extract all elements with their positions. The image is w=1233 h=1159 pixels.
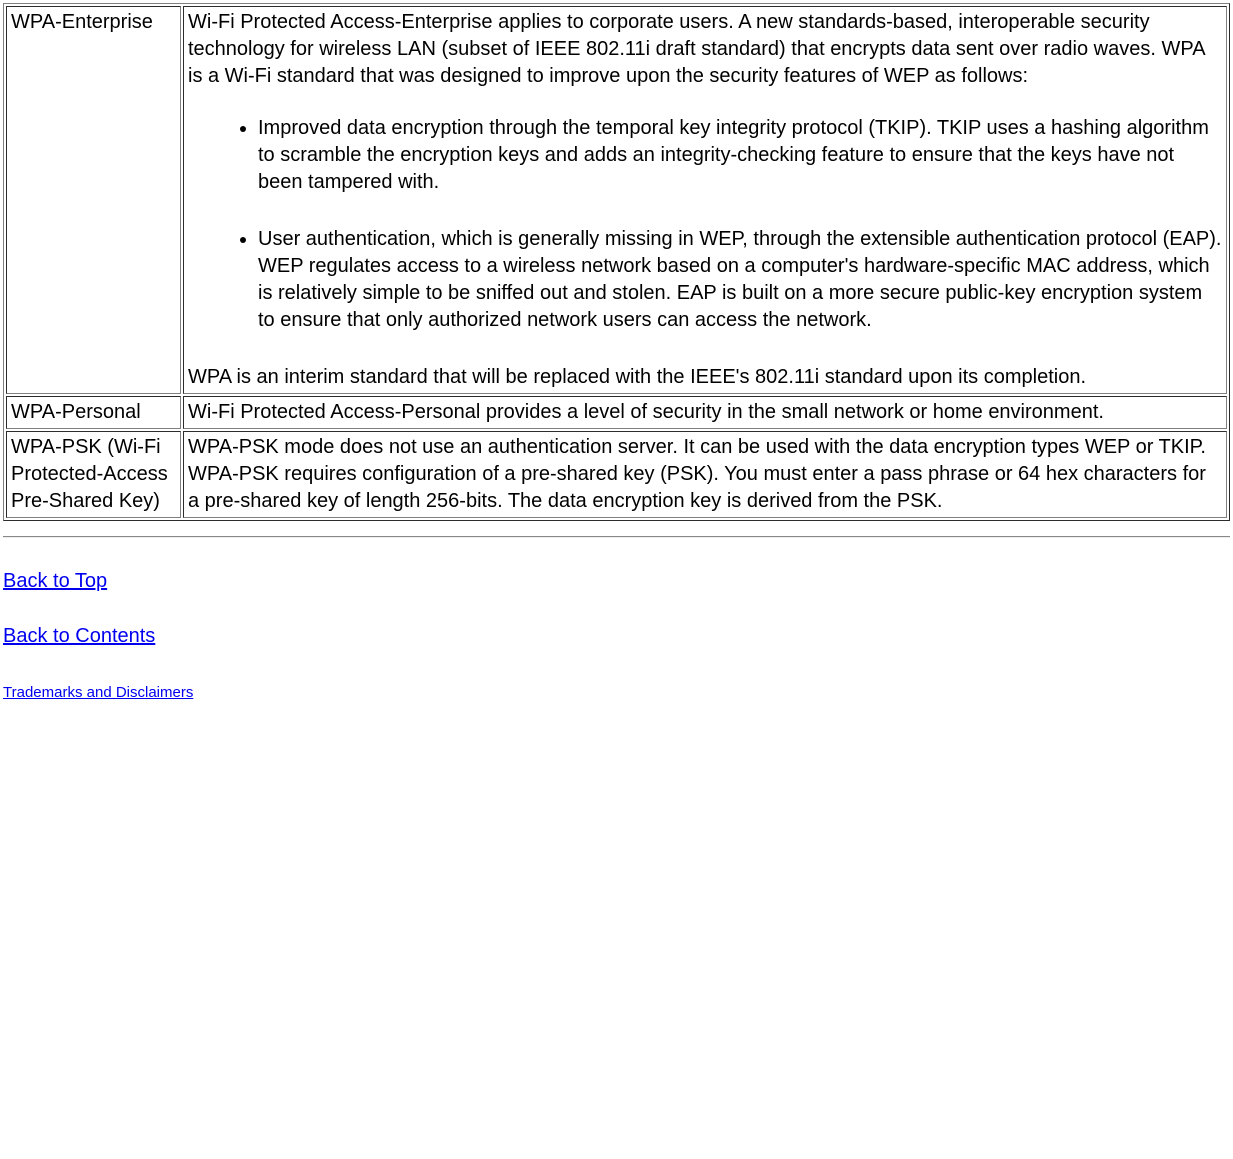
table-row: WPA-Personal Wi-Fi Protected Access-Pers…: [6, 396, 1227, 429]
term-cell: WPA-Personal: [6, 396, 181, 429]
definition-intro: Wi-Fi Protected Access-Enterprise applie…: [188, 11, 1204, 87]
table-row: WPA-PSK (Wi-Fi Protected-Access Pre-Shar…: [6, 431, 1227, 518]
term-cell: WPA-Enterprise: [6, 6, 181, 394]
back-to-top-link[interactable]: Back to Top: [3, 568, 107, 595]
definition-cell: Wi-Fi Protected Access-Enterprise applie…: [183, 6, 1227, 394]
table-row: WPA-Enterprise Wi-Fi Protected Access-En…: [6, 6, 1227, 394]
definition-bullets: Improved data encryption through the tem…: [188, 115, 1222, 334]
term-cell: WPA-PSK (Wi-Fi Protected-Access Pre-Shar…: [6, 431, 181, 518]
definition-outro: WPA is an interim standard that will be …: [188, 366, 1086, 388]
glossary-table: WPA-Enterprise Wi-Fi Protected Access-En…: [3, 3, 1230, 521]
definition-cell: WPA-PSK mode does not use an authenticat…: [183, 431, 1227, 518]
list-item: User authentication, which is generally …: [258, 226, 1222, 334]
divider: [3, 536, 1230, 538]
back-to-contents-link[interactable]: Back to Contents: [3, 623, 155, 650]
list-item: Improved data encryption through the tem…: [258, 115, 1222, 196]
trademarks-link[interactable]: Trademarks and Disclaimers: [3, 684, 193, 701]
nav-links: Back to Top Back to Contents Trademarks …: [3, 568, 1230, 705]
definition-cell: Wi-Fi Protected Access-Personal provides…: [183, 396, 1227, 429]
